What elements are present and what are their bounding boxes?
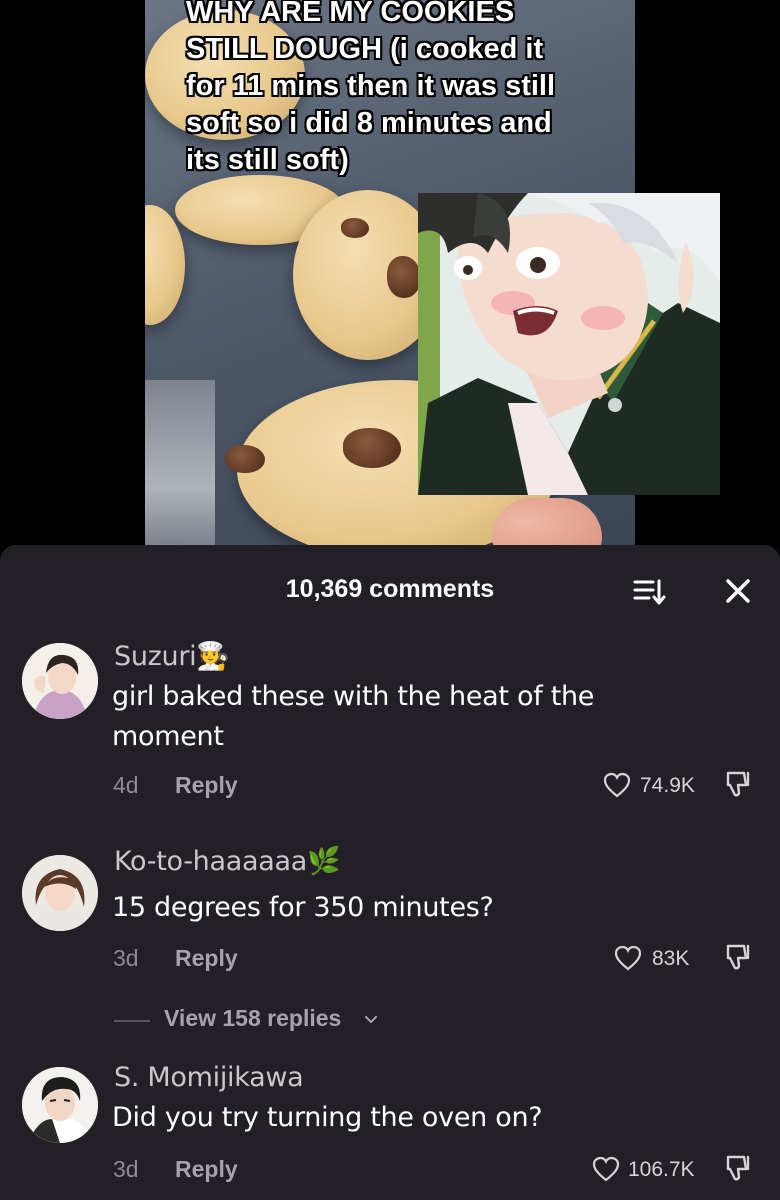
- dislike-icon[interactable]: [722, 769, 754, 799]
- dislike-icon[interactable]: [722, 942, 754, 972]
- anime-reaction-image: [418, 193, 720, 495]
- avatar[interactable]: [22, 643, 98, 719]
- view-replies-button[interactable]: View 158 replies: [114, 1005, 414, 1035]
- like-count: 74.9K: [640, 774, 695, 797]
- avatar-image: [22, 1067, 98, 1143]
- video-player[interactable]: WHY ARE MY COOKIES STILL DOUGH (i cooked…: [0, 0, 780, 560]
- chocolate-chip: [387, 256, 421, 298]
- chocolate-chip: [341, 218, 369, 238]
- avatar[interactable]: [22, 1067, 98, 1143]
- comment-timestamp: 4d: [113, 772, 139, 798]
- dislike-icon[interactable]: [722, 1153, 754, 1183]
- reply-button[interactable]: Reply: [175, 772, 238, 799]
- reply-button[interactable]: Reply: [175, 945, 238, 972]
- like-count: 106.7K: [628, 1158, 695, 1181]
- divider-line: [114, 1020, 150, 1022]
- comment-text: girl baked these with the heat of the mo…: [112, 681, 595, 752]
- comment-author[interactable]: Suzuri🧑‍🍳: [114, 640, 230, 672]
- heart-icon[interactable]: [614, 945, 642, 971]
- comment-author[interactable]: Ko-to-haaaaaa🌿: [114, 845, 341, 877]
- chevron-down-icon: [365, 1016, 377, 1024]
- comment-author[interactable]: S. Momijikawa: [114, 1062, 304, 1093]
- avatar-image: [22, 855, 98, 931]
- avatar[interactable]: [22, 855, 98, 931]
- comments-sheet: 10,369 comments Suzuri🧑‍🍳 girl: [0, 545, 780, 1200]
- cookie-image: [145, 205, 185, 325]
- foil-image: [145, 380, 215, 560]
- chocolate-chip: [343, 428, 401, 468]
- reply-button[interactable]: Reply: [175, 1156, 238, 1183]
- close-icon: [726, 579, 750, 603]
- chocolate-chip: [225, 445, 265, 473]
- comment-timestamp: 3d: [113, 1156, 139, 1182]
- like-count: 83K: [652, 947, 690, 970]
- close-button[interactable]: [718, 571, 758, 611]
- comment-text: Did you try turning the oven on?: [112, 1102, 543, 1133]
- anime-character-illustration: [418, 193, 720, 495]
- comment-timestamp: 3d: [113, 945, 139, 971]
- view-replies-label: View 158 replies: [164, 1005, 342, 1031]
- heart-icon[interactable]: [592, 1156, 620, 1182]
- comment-text: 15 degrees for 350 minutes?: [112, 892, 494, 923]
- sort-button[interactable]: [630, 573, 666, 609]
- heart-icon[interactable]: [603, 772, 631, 798]
- avatar-image: [22, 643, 98, 719]
- video-caption: WHY ARE MY COOKIES STILL DOUGH (i cooked…: [186, 0, 556, 176]
- sort-lines-icon: [633, 579, 666, 605]
